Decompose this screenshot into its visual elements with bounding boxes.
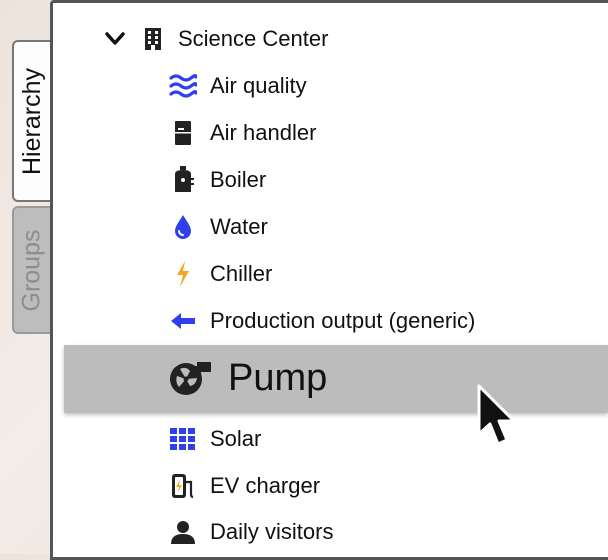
- waves-icon: [168, 71, 198, 101]
- solar-grid-icon: [168, 424, 198, 454]
- tree-item-label: Solar: [210, 426, 262, 451]
- arrow-left-icon: [168, 306, 198, 336]
- hierarchy-panel: [50, 0, 608, 560]
- tree-item-label: Production output (generic): [210, 308, 476, 333]
- tree-item-chiller[interactable]: Chiller: [168, 259, 272, 289]
- tree-root-label: Science Center: [178, 26, 329, 51]
- side-tabs: Hierarchy Groups: [0, 0, 56, 554]
- water-drop-icon: [168, 212, 198, 242]
- tree-item-air-handler[interactable]: Air handler: [168, 118, 316, 148]
- tree-item-label: EV charger: [210, 473, 321, 498]
- tree-item-water[interactable]: Water: [168, 212, 268, 242]
- ev-charger-icon: [168, 471, 198, 501]
- lightning-icon: [168, 259, 198, 289]
- selected-row-highlight: [64, 345, 608, 413]
- air-handler-icon: [168, 118, 198, 148]
- boiler-icon: [168, 165, 198, 195]
- pump-icon: [168, 355, 214, 401]
- tree-item-pump[interactable]: Pump: [168, 355, 327, 401]
- tab-groups-label: Groups: [17, 229, 46, 311]
- tree-item-label: Air quality: [210, 73, 307, 98]
- tree-item-label: Water: [210, 214, 268, 239]
- tree-item-ev-charger[interactable]: EV charger: [168, 471, 320, 501]
- mouse-cursor-icon: [476, 384, 520, 455]
- person-icon: [168, 517, 198, 547]
- tree-item-label: Daily visitors: [210, 519, 334, 544]
- tree-item-daily-visitors[interactable]: Daily visitors: [168, 517, 333, 547]
- tree-item-label: Chiller: [210, 261, 273, 286]
- tree-item-label: Pump: [228, 356, 328, 399]
- tab-hierarchy[interactable]: Hierarchy: [12, 40, 50, 202]
- tree-item-label: Boiler: [210, 167, 267, 192]
- tree-root[interactable]: Science Center: [100, 24, 328, 54]
- building-icon: [138, 24, 168, 54]
- chevron-down-icon[interactable]: [100, 24, 130, 54]
- tree-item-boiler[interactable]: Boiler: [168, 165, 266, 195]
- tree-item-label: Air handler: [210, 120, 317, 145]
- tab-groups[interactable]: Groups: [12, 206, 50, 334]
- tree-item-solar[interactable]: Solar: [168, 424, 261, 454]
- tree-item-air-quality[interactable]: Air quality: [168, 71, 307, 101]
- tree-item-production-output[interactable]: Production output (generic): [168, 306, 475, 336]
- tab-hierarchy-label: Hierarchy: [17, 67, 46, 175]
